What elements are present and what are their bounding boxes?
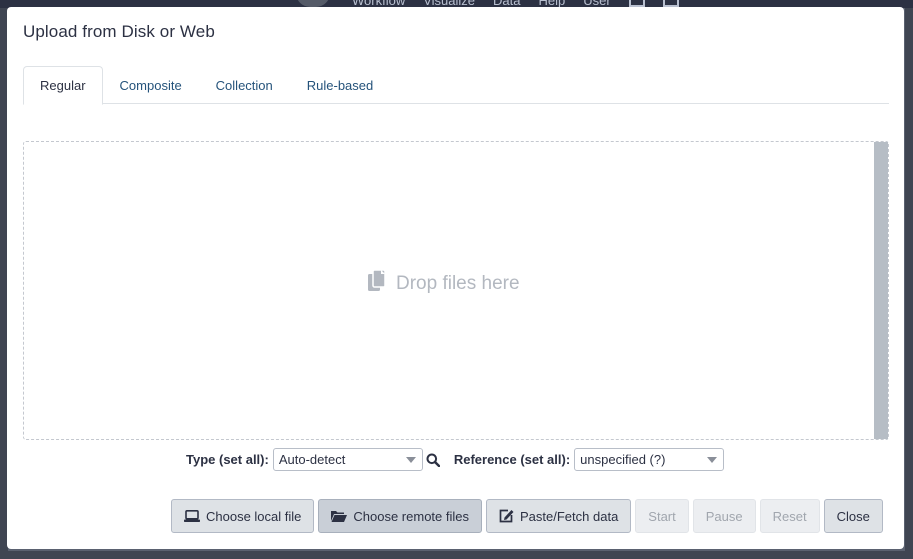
reference-label: Reference (set all): xyxy=(453,452,571,467)
type-label: Type (set all): xyxy=(186,452,269,467)
laptop-icon xyxy=(184,510,200,522)
scrollbar[interactable] xyxy=(874,142,888,439)
folder-open-icon xyxy=(331,510,348,522)
dialog-title: Upload from Disk or Web xyxy=(23,22,215,41)
tab-collection[interactable]: Collection xyxy=(199,66,290,104)
paste-fetch-label: Paste/Fetch data xyxy=(520,508,619,524)
edit-icon xyxy=(499,509,514,523)
drop-zone[interactable]: Drop files here xyxy=(23,141,889,440)
modal-backdrop xyxy=(0,551,913,559)
mail-icon[interactable] xyxy=(628,0,645,7)
reference-select-value: unspecified (?) xyxy=(580,452,666,467)
start-button[interactable]: Start xyxy=(635,499,689,533)
drop-hint-text: Drop files here xyxy=(396,273,520,294)
paste-fetch-button[interactable]: Paste/Fetch data xyxy=(486,499,632,533)
settings-row: Type (set all): Auto-detect Reference (s… xyxy=(186,448,725,471)
chevron-down-icon xyxy=(405,457,416,463)
upload-dialog: Upload from Disk or Web Regular Composit… xyxy=(7,7,904,549)
modal-backdrop xyxy=(905,8,913,559)
tab-composite[interactable]: Composite xyxy=(103,66,199,104)
choose-local-file-label: Choose local file xyxy=(206,508,302,524)
tab-rule-based[interactable]: Rule-based xyxy=(290,66,391,104)
grid-icon[interactable] xyxy=(662,0,679,7)
reset-button[interactable]: Reset xyxy=(759,499,820,533)
choose-remote-files-button[interactable]: Choose remote files xyxy=(318,499,483,533)
chevron-down-icon xyxy=(707,457,718,463)
upload-tabs: Regular Composite Collection Rule-based xyxy=(23,66,889,105)
search-icon[interactable] xyxy=(426,453,440,467)
type-select-value: Auto-detect xyxy=(278,452,346,467)
galaxy-logo-icon xyxy=(296,0,330,7)
pause-button[interactable]: Pause xyxy=(692,499,756,533)
type-select[interactable]: Auto-detect xyxy=(272,448,423,471)
tab-regular[interactable]: Regular xyxy=(23,66,103,105)
close-button[interactable]: Close xyxy=(823,499,883,533)
dialog-footer: Choose local file Choose remote files Pa… xyxy=(171,499,883,533)
choose-local-file-button[interactable]: Choose local file xyxy=(171,499,315,533)
drop-hint: Drop files here xyxy=(368,269,520,298)
copy-icon xyxy=(368,269,386,298)
reference-select[interactable]: unspecified (?) xyxy=(574,448,725,471)
choose-remote-files-label: Choose remote files xyxy=(353,508,470,524)
